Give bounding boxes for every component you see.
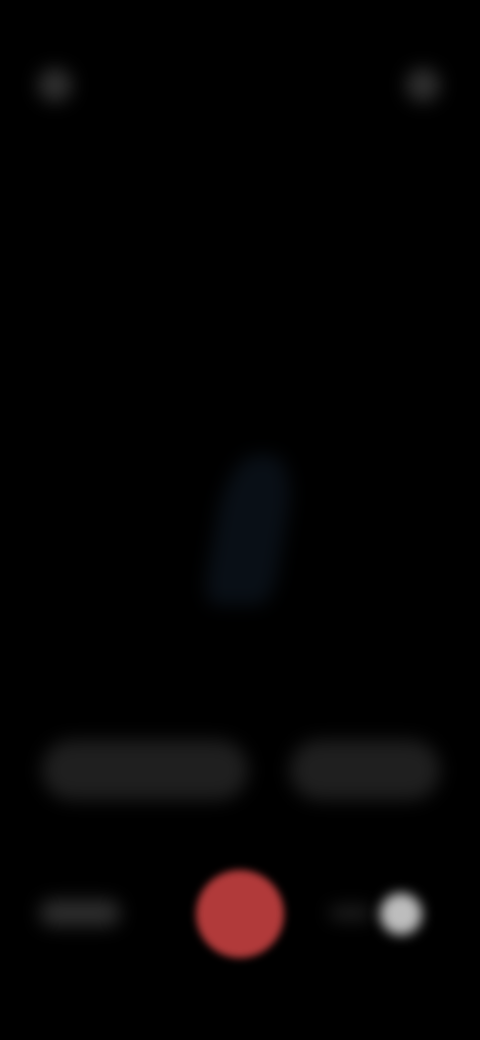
- bottom-left-control[interactable]: [40, 900, 120, 926]
- camera-screen: [0, 0, 480, 1040]
- top-right-icon[interactable]: [406, 68, 440, 102]
- mode-pill-left-label: [62, 758, 228, 782]
- record-button[interactable]: [196, 870, 284, 958]
- mode-pill-right[interactable]: [290, 740, 440, 800]
- status-time: [30, 16, 110, 38]
- top-left-icon[interactable]: [38, 68, 72, 102]
- viewfinder-figure: [201, 455, 299, 605]
- bottom-right-dot[interactable]: [380, 893, 422, 935]
- mode-pill-left[interactable]: [42, 740, 248, 800]
- mode-pill-right-label: [310, 758, 420, 782]
- bottom-right-dash: [330, 907, 372, 919]
